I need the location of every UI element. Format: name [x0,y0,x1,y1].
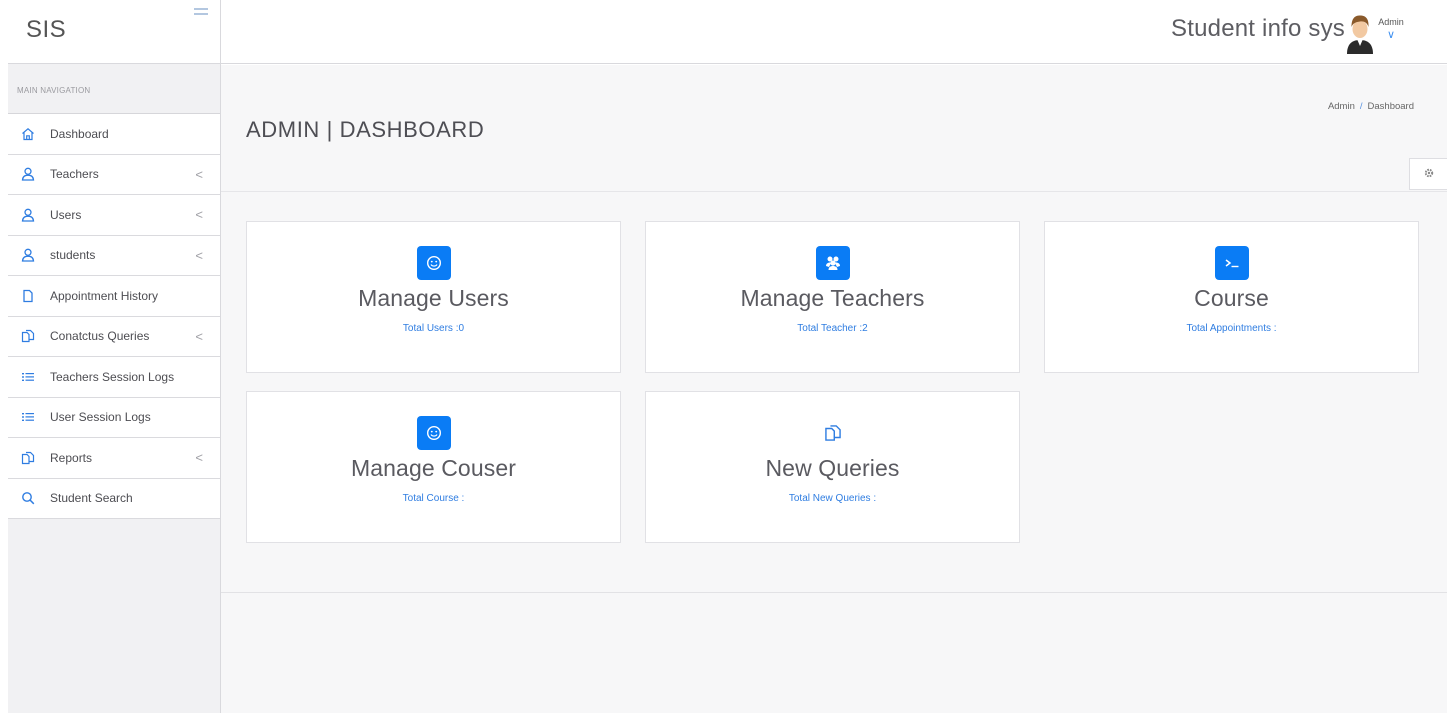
nav-section-label: MAIN NAVIGATION [8,64,220,114]
user-icon [20,166,36,182]
sidebar-item-label: Reports [50,450,93,465]
sidebar-item-label: Teachers [50,167,99,182]
page-header: ADMIN | DASHBOARD Admin / Dashboard [221,65,1447,192]
main-content: ADMIN | DASHBOARD Admin / Dashboard Manage… [221,65,1447,713]
card-title: New Queries [765,455,900,481]
chevron-left-icon: < [195,166,203,182]
sidebar-item-label: Teachers Session Logs [50,369,175,384]
user-icon [20,247,36,263]
page-title: ADMIN | DASHBOARD [246,117,485,142]
menu-toggle-icon[interactable] [194,8,208,18]
breadcrumb-root[interactable]: Admin [1328,101,1355,112]
brand-bar: SIS [8,0,220,64]
home-icon [20,126,36,142]
card-title: Manage Users [358,285,509,311]
avatar[interactable] [1345,12,1375,54]
card-manage-couser[interactable]: Manage Couser Total Course : [246,391,621,543]
sidebar-item-users[interactable]: Users < [8,195,220,236]
sidebar-item-reports[interactable]: Reports < [8,438,220,479]
users-group-icon [815,246,850,280]
brand-logo[interactable]: SIS [26,16,66,44]
file-icon [20,288,36,304]
settings-button[interactable] [1409,158,1447,190]
card-title: Manage Couser [351,455,516,481]
card-title: Manage Teachers [740,285,925,311]
sidebar-item-label: Appointment History [50,288,159,303]
card-link[interactable]: Total New Queries : [646,493,1019,504]
sidebar-item-students[interactable]: students < [8,236,220,276]
breadcrumb: Admin / Dashboard [1328,101,1414,112]
breadcrumb-current: Dashboard [1367,101,1414,112]
terminal-icon [1214,246,1249,280]
sidebar-nav: Dashboard Teachers < Users < students < [8,114,220,519]
sidebar-item-teachers[interactable]: Teachers < [8,155,220,195]
breadcrumb-separator: / [1359,101,1363,112]
card-manage-users[interactable]: Manage Users Total Users :0 [246,221,621,373]
sidebar-item-label: Student Search [50,491,133,506]
card-manage-teachers[interactable]: Manage Teachers Total Teacher :2 [645,221,1020,373]
list-icon [20,409,36,425]
files-icon [20,450,36,466]
files-icon [20,328,36,344]
sidebar-item-appointment-history[interactable]: Appointment History [8,276,220,317]
card-link[interactable]: Total Users :0 [247,323,620,334]
sidebar-item-label: Conatctus Queries [50,329,150,344]
chevron-left-icon: < [195,207,203,222]
dashboard-cards: Manage Users Total Users :0 Manage Teach… [221,193,1447,593]
search-icon [20,490,36,506]
chevron-left-icon: < [195,328,203,344]
app-title: Student info sys [1171,15,1345,42]
user-name: Admin [1378,17,1404,27]
sidebar-item-label: Dashboard [50,126,109,141]
gear-icon [1424,165,1434,183]
list-icon [20,369,36,385]
card-link[interactable]: Total Teacher :2 [646,323,1019,334]
user-menu[interactable]: Admin ∨ [1377,17,1405,41]
card-course[interactable]: Course Total Appointments : [1044,221,1419,373]
smile-icon [416,416,451,450]
sidebar-item-label: Users [50,207,82,222]
card-link[interactable]: Total Course : [247,493,620,504]
card-link[interactable]: Total Appointments : [1045,323,1418,334]
sidebar-item-label: User Session Logs [50,410,151,425]
files-icon [816,416,850,450]
card-new-queries[interactable]: New Queries Total New Queries : [645,391,1020,543]
top-header: Student info sys Admin ∨ [221,0,1447,64]
sidebar-item-contactus-queries[interactable]: Conatctus Queries < [8,317,220,357]
sidebar-item-label: students [50,248,96,263]
sidebar-item-teachers-session-logs[interactable]: Teachers Session Logs [8,357,220,398]
card-title: Course [1194,285,1269,311]
user-icon [20,207,36,223]
footer-area [221,594,1447,713]
sidebar-item-user-session-logs[interactable]: User Session Logs [8,398,220,438]
sidebar: SIS MAIN NAVIGATION Dashboard Teachers <… [8,0,221,713]
chevron-left-icon: < [195,247,203,263]
chevron-down-icon: ∨ [1386,29,1396,41]
sidebar-item-student-search[interactable]: Student Search [8,479,220,519]
smile-icon [416,246,451,280]
chevron-left-icon: < [195,450,203,465]
sidebar-item-dashboard[interactable]: Dashboard [8,114,220,155]
